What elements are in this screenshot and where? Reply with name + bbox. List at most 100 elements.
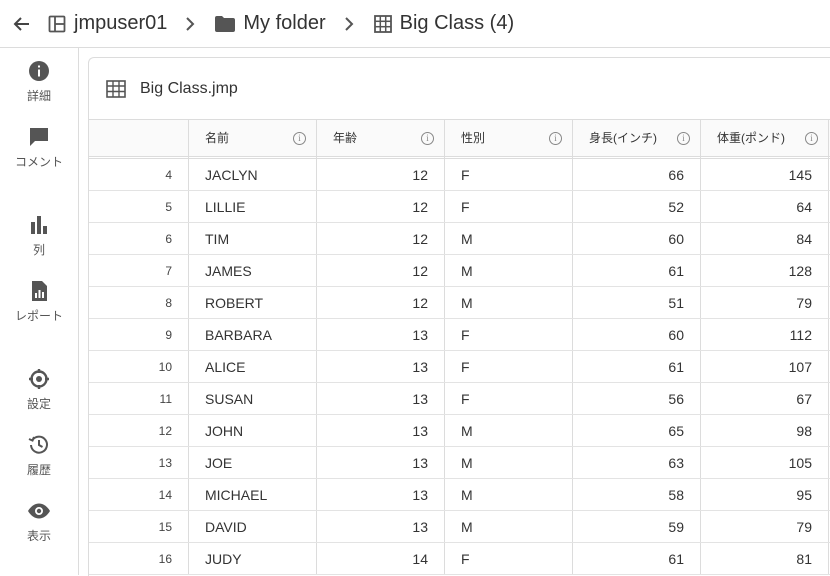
- table-cell[interactable]: 12: [317, 255, 445, 286]
- sidebar-item-reports[interactable]: レポート: [0, 280, 78, 327]
- table-cell[interactable]: M: [445, 479, 573, 510]
- table-cell[interactable]: F: [445, 319, 573, 350]
- table-cell[interactable]: F: [445, 159, 573, 190]
- column-info-icon[interactable]: i: [293, 131, 306, 145]
- table-cell[interactable]: M: [445, 415, 573, 446]
- table-cell[interactable]: 13: [317, 415, 445, 446]
- table-cell[interactable]: SUSAN: [189, 383, 317, 414]
- breadcrumb-table[interactable]: Big Class (4): [373, 12, 514, 35]
- table-cell[interactable]: 60: [573, 319, 701, 350]
- table-cell[interactable]: JOE: [189, 447, 317, 478]
- table-cell[interactable]: BARBARA: [189, 319, 317, 350]
- column-header[interactable]: 身長(インチ) i: [573, 120, 701, 156]
- table-cell[interactable]: MICHAEL: [189, 479, 317, 510]
- table-row[interactable]: 9 BARBARA 13 F 60 112: [89, 319, 830, 351]
- sidebar-item-details[interactable]: 詳細: [0, 60, 78, 107]
- back-button[interactable]: [0, 0, 44, 47]
- table-row[interactable]: 14 MICHAEL 13 M 58 95: [89, 479, 830, 511]
- table-row[interactable]: 16 JUDY 14 F 61 81: [89, 543, 830, 575]
- table-cell[interactable]: 12: [317, 159, 445, 190]
- table-cell[interactable]: JUDY: [189, 543, 317, 574]
- table-row[interactable]: 13 JOE 13 M 63 105: [89, 447, 830, 479]
- table-cell[interactable]: 63: [573, 447, 701, 478]
- table-cell[interactable]: 112: [701, 319, 829, 350]
- table-cell[interactable]: M: [445, 447, 573, 478]
- table-cell[interactable]: F: [445, 383, 573, 414]
- table-cell[interactable]: 81: [701, 543, 829, 574]
- sidebar-item-comments[interactable]: コメント: [0, 126, 78, 173]
- table-cell[interactable]: 13: [317, 479, 445, 510]
- table-row[interactable]: 4 JACLYN 12 F 66 145: [89, 159, 830, 191]
- table-row[interactable]: 15 DAVID 13 M 59 79: [89, 511, 830, 543]
- table-row[interactable]: 8 ROBERT 12 M 51 79: [89, 287, 830, 319]
- table-cell[interactable]: 98: [701, 415, 829, 446]
- sidebar-item-view[interactable]: 表示: [0, 500, 78, 547]
- column-header[interactable]: 年齢 i: [317, 120, 445, 156]
- table-cell[interactable]: M: [445, 511, 573, 542]
- sidebar-item-history[interactable]: 履歴: [0, 434, 78, 481]
- table-cell[interactable]: 12: [317, 223, 445, 254]
- table-cell[interactable]: 79: [701, 511, 829, 542]
- table-cell[interactable]: 65: [573, 415, 701, 446]
- table-cell[interactable]: 58: [573, 479, 701, 510]
- column-header[interactable]: 名前 i: [189, 120, 317, 156]
- table-cell[interactable]: 105: [701, 447, 829, 478]
- table-row[interactable]: 6 TIM 12 M 60 84: [89, 223, 830, 255]
- column-info-icon[interactable]: i: [805, 131, 818, 145]
- table-cell[interactable]: 61: [573, 255, 701, 286]
- data-grid: 名前 i 年齢 i 性別 i 身長(インチ) i 体重(ポンド) i 4 JAC…: [89, 119, 830, 575]
- sidebar-item-settings[interactable]: 設定: [0, 368, 78, 415]
- table-cell[interactable]: 61: [573, 351, 701, 382]
- table-cell[interactable]: M: [445, 223, 573, 254]
- sidebar-item-columns[interactable]: 列: [0, 214, 78, 261]
- table-cell[interactable]: 13: [317, 319, 445, 350]
- column-header[interactable]: 性別 i: [445, 120, 573, 156]
- table-row[interactable]: 11 SUSAN 13 F 56 67: [89, 383, 830, 415]
- column-info-icon[interactable]: i: [549, 131, 562, 145]
- breadcrumb-folder[interactable]: My folder: [215, 12, 326, 35]
- table-cell[interactable]: JACLYN: [189, 159, 317, 190]
- column-info-icon[interactable]: i: [421, 131, 434, 145]
- table-cell[interactable]: 145: [701, 159, 829, 190]
- table-cell[interactable]: 12: [317, 191, 445, 222]
- table-row[interactable]: 12 JOHN 13 M 65 98: [89, 415, 830, 447]
- table-cell[interactable]: 13: [317, 447, 445, 478]
- table-row[interactable]: 5 LILLIE 12 F 52 64: [89, 191, 830, 223]
- table-cell[interactable]: M: [445, 255, 573, 286]
- table-cell[interactable]: 128: [701, 255, 829, 286]
- breadcrumb-user[interactable]: jmpuser01: [48, 12, 167, 35]
- table-cell[interactable]: DAVID: [189, 511, 317, 542]
- table-cell[interactable]: LILLIE: [189, 191, 317, 222]
- table-cell[interactable]: 79: [701, 287, 829, 318]
- table-row[interactable]: 7 JAMES 12 M 61 128: [89, 255, 830, 287]
- column-header[interactable]: 体重(ポンド) i: [701, 120, 829, 156]
- table-cell[interactable]: JAMES: [189, 255, 317, 286]
- table-cell[interactable]: JOHN: [189, 415, 317, 446]
- table-cell[interactable]: 67: [701, 383, 829, 414]
- table-cell[interactable]: 52: [573, 191, 701, 222]
- table-cell[interactable]: M: [445, 287, 573, 318]
- table-cell[interactable]: 13: [317, 511, 445, 542]
- table-cell[interactable]: 95: [701, 479, 829, 510]
- table-cell[interactable]: TIM: [189, 223, 317, 254]
- table-cell[interactable]: 13: [317, 351, 445, 382]
- table-cell[interactable]: 61: [573, 543, 701, 574]
- table-row[interactable]: 10 ALICE 13 F 61 107: [89, 351, 830, 383]
- table-cell[interactable]: F: [445, 543, 573, 574]
- table-cell[interactable]: F: [445, 351, 573, 382]
- column-info-icon[interactable]: i: [677, 131, 690, 145]
- table-cell[interactable]: ALICE: [189, 351, 317, 382]
- table-cell[interactable]: 66: [573, 159, 701, 190]
- table-cell[interactable]: 84: [701, 223, 829, 254]
- table-cell[interactable]: ROBERT: [189, 287, 317, 318]
- table-cell[interactable]: 14: [317, 543, 445, 574]
- table-cell[interactable]: 64: [701, 191, 829, 222]
- table-cell[interactable]: 59: [573, 511, 701, 542]
- table-cell[interactable]: 60: [573, 223, 701, 254]
- table-cell[interactable]: F: [445, 191, 573, 222]
- table-cell[interactable]: 13: [317, 383, 445, 414]
- table-cell[interactable]: 12: [317, 287, 445, 318]
- table-cell[interactable]: 107: [701, 351, 829, 382]
- table-cell[interactable]: 56: [573, 383, 701, 414]
- table-cell[interactable]: 51: [573, 287, 701, 318]
